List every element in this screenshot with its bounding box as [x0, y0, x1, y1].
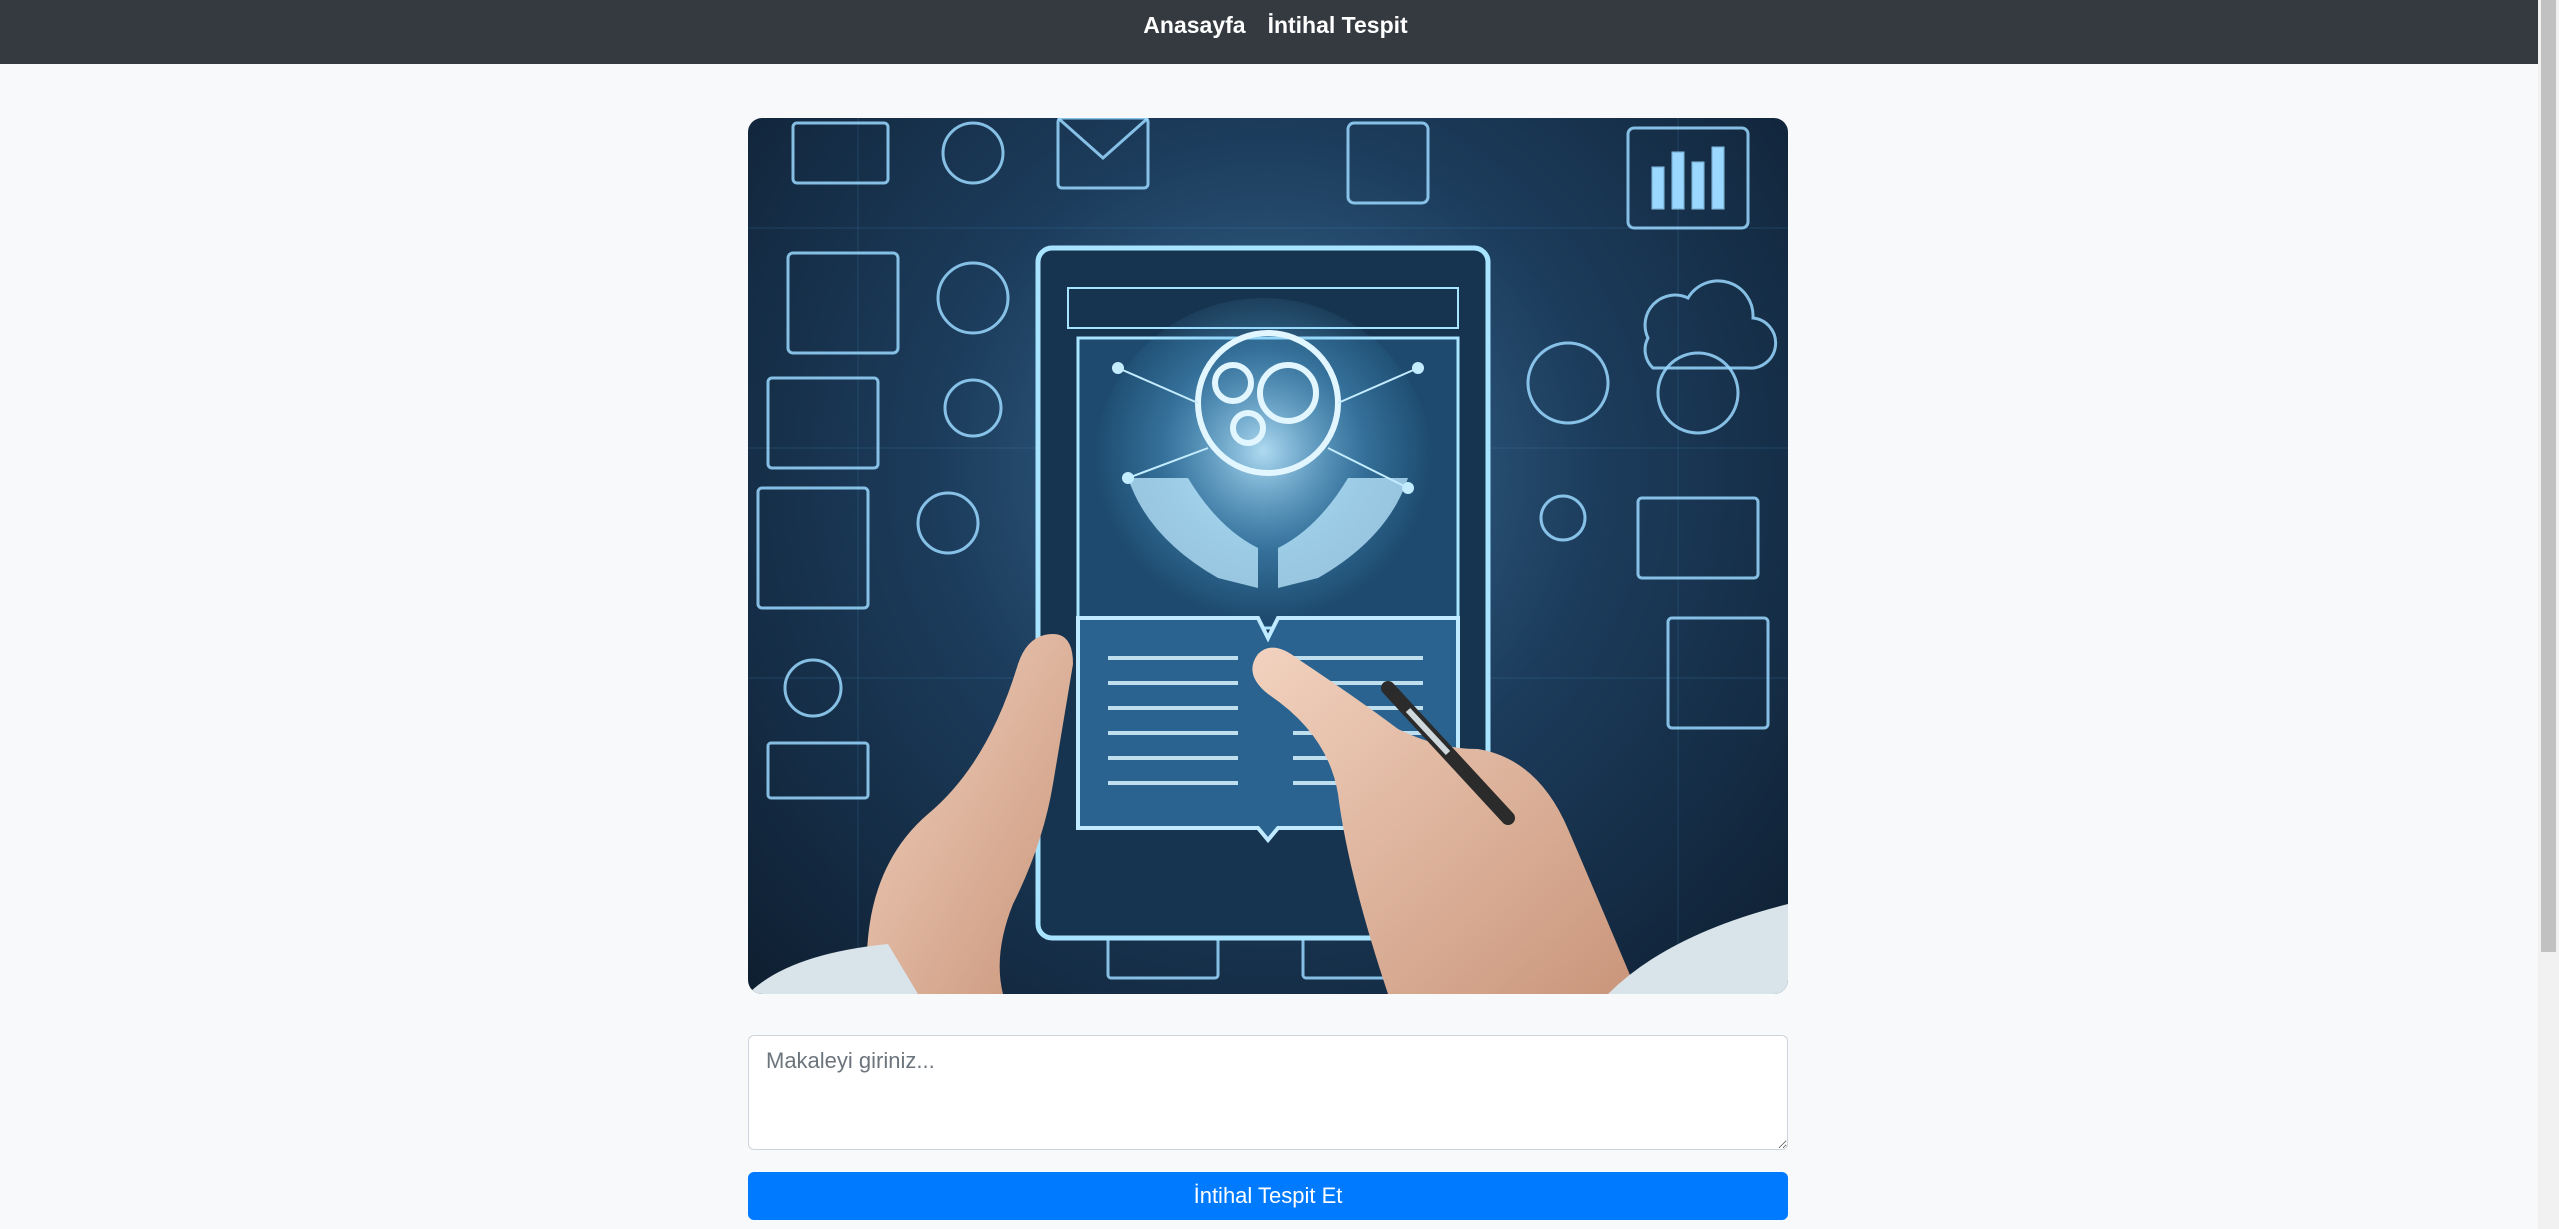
nav-link-home[interactable]: Anasayfa	[1143, 12, 1245, 38]
scrollbar-thumb[interactable]	[2541, 0, 2556, 952]
page-scrollbar[interactable]	[2538, 0, 2559, 1229]
nav-links: Anasayfa İntihal Tespit	[1143, 12, 1407, 38]
nav-link-plagiarism[interactable]: İntihal Tespit	[1268, 12, 1408, 38]
hero-image	[748, 118, 1788, 994]
top-navbar: Anasayfa İntihal Tespit	[0, 0, 2559, 64]
detect-plagiarism-button[interactable]: İntihal Tespit Et	[748, 1172, 1788, 1220]
article-textarea[interactable]	[748, 1035, 1788, 1150]
plagiarism-illustration	[748, 118, 1788, 994]
